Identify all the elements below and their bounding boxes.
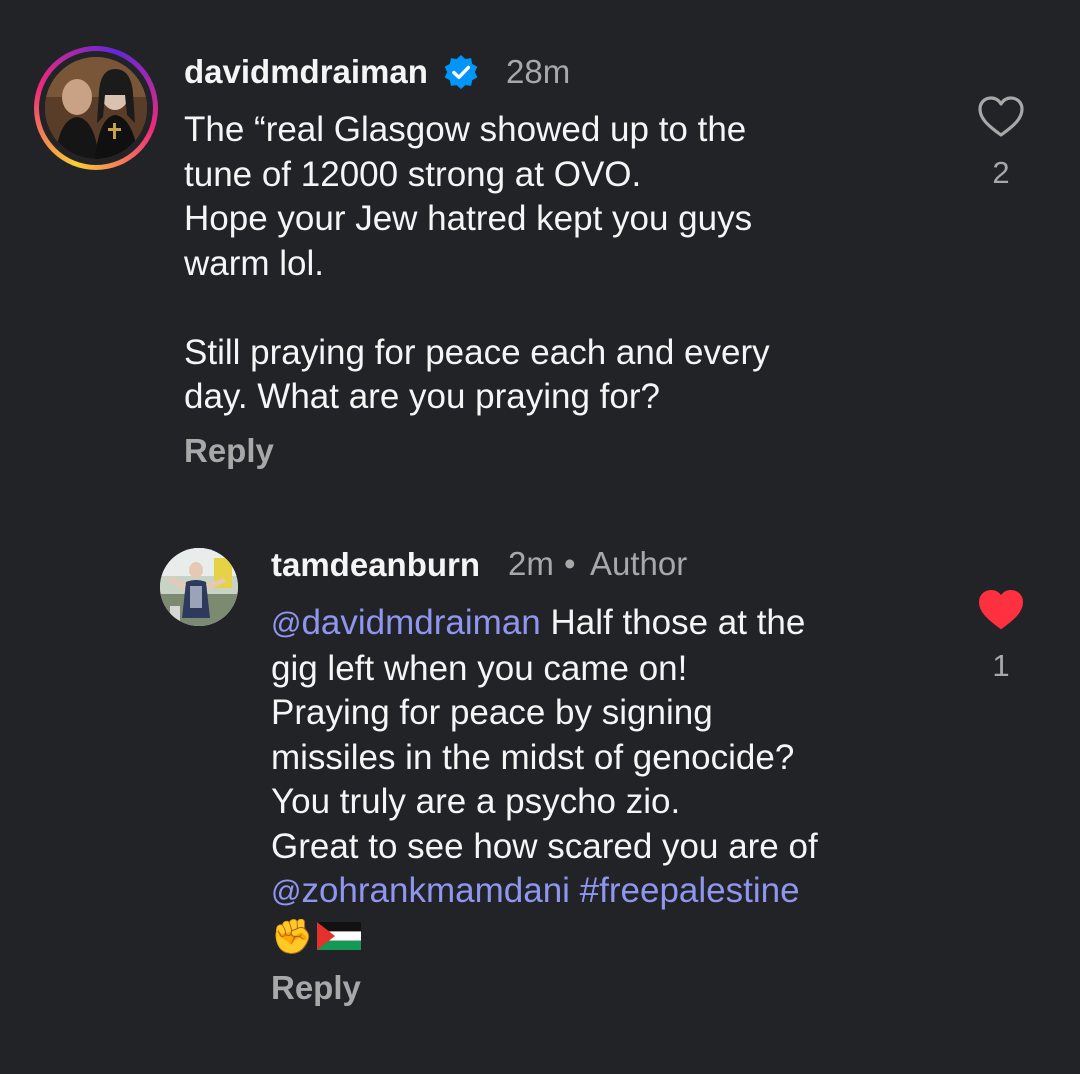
comment-line: warm lol. bbox=[184, 243, 325, 283]
profile-photo-icon bbox=[45, 57, 147, 159]
like-count: 2 bbox=[992, 155, 1010, 190]
like-count: 1 bbox=[992, 648, 1010, 683]
comment-timestamp: 2m bbox=[508, 545, 554, 582]
reply-button[interactable]: Reply bbox=[271, 969, 361, 1007]
raised-fist-icon: ✊ bbox=[271, 916, 314, 957]
profile-photo-icon bbox=[160, 548, 238, 626]
heart-outline-icon[interactable] bbox=[977, 95, 1025, 139]
avatar-story-ring[interactable] bbox=[34, 46, 158, 170]
hashtag-link[interactable]: #freepalestine bbox=[580, 871, 800, 910]
separator-dot: • bbox=[564, 545, 576, 582]
author-badge: Author bbox=[590, 545, 688, 582]
heart-filled-icon[interactable] bbox=[977, 588, 1025, 632]
comment-body: The “real Glasgow showed up to the tune … bbox=[184, 108, 770, 420]
mention-icon: @ bbox=[271, 875, 302, 908]
comment-username[interactable]: tamdeanburn bbox=[271, 546, 480, 584]
mention-username: zohrankmamdani bbox=[301, 871, 570, 910]
comment-line: Praying for peace by signing bbox=[271, 693, 713, 732]
comment-line: Hope your Jew hatred kept you guys bbox=[184, 199, 753, 238]
avatar[interactable] bbox=[160, 548, 238, 626]
comment-line: tune of 12000 strong at OVO. bbox=[184, 154, 642, 194]
comment-line: gig left when you came on! bbox=[271, 648, 688, 688]
comment-text: Half those at the bbox=[540, 603, 806, 642]
comment-line: ✊ bbox=[271, 915, 818, 960]
comment-line: @zohrankmamdani #freepalestine bbox=[271, 869, 818, 915]
comment-line: Great to see how scared you are of bbox=[271, 826, 818, 866]
reply-button[interactable]: Reply bbox=[184, 432, 274, 470]
palestine-flag-icon bbox=[317, 921, 362, 950]
comment-body: @davidmdraiman Half those at the gig lef… bbox=[271, 601, 818, 959]
avatar bbox=[45, 57, 147, 159]
mention-username: davidmdraiman bbox=[301, 603, 541, 642]
comment-line: day. What are you praying for? bbox=[184, 377, 660, 416]
mention-icon: @ bbox=[271, 607, 302, 640]
comment-line: You truly are a psycho zio. bbox=[271, 782, 681, 821]
comment-username[interactable]: davidmdraiman bbox=[184, 53, 428, 91]
comment-line: The “real Glasgow showed up to the bbox=[184, 110, 747, 149]
comment-line: missiles in the midst of genocide? bbox=[271, 737, 795, 777]
mention-link[interactable]: @davidmdraiman bbox=[271, 603, 541, 642]
mention-link[interactable]: @zohrankmamdani bbox=[271, 871, 570, 910]
comment-timestamp: 28m bbox=[506, 53, 571, 90]
comment-line: @davidmdraiman Half those at the bbox=[271, 601, 818, 647]
verified-badge-icon bbox=[444, 54, 478, 90]
comment-line: Still praying for peace each and every bbox=[184, 332, 770, 372]
